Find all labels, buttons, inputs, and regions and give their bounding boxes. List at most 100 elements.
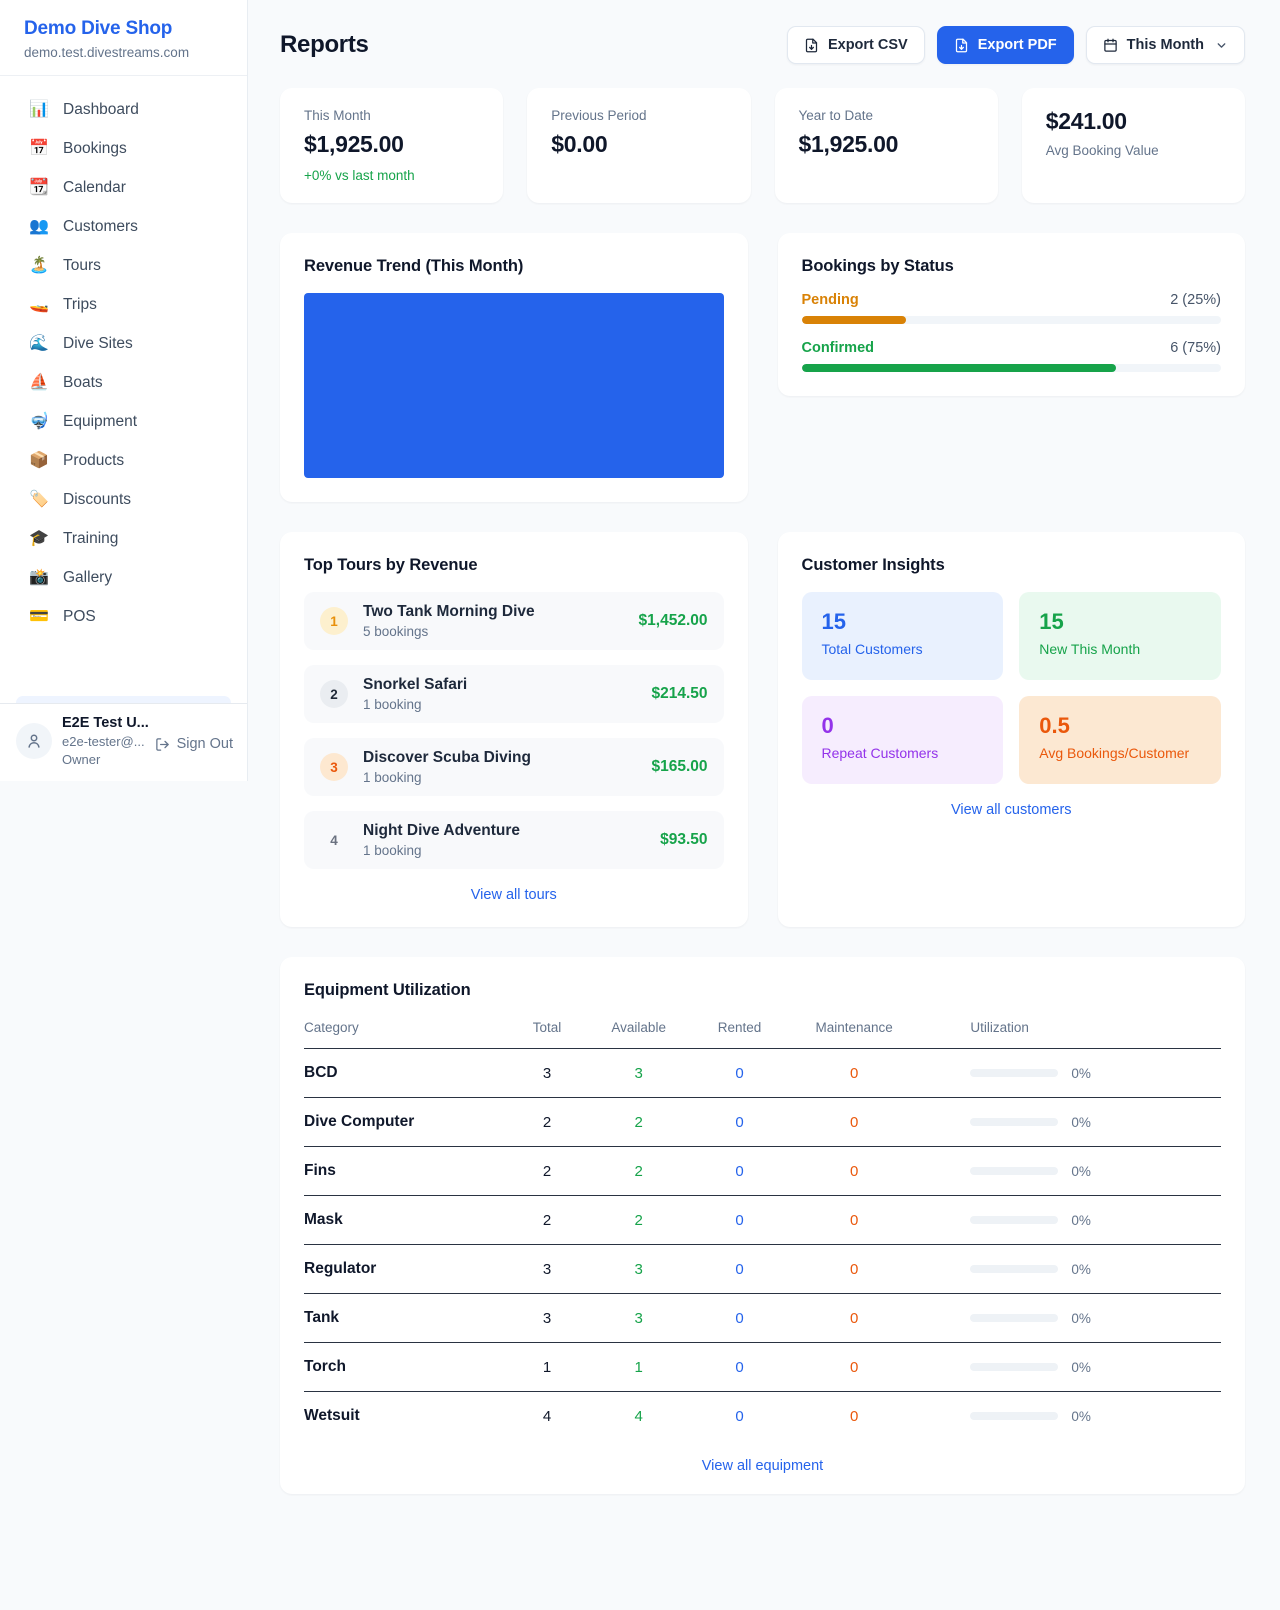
view-all-tours-link[interactable]: View all tours bbox=[304, 887, 724, 903]
cell-total: 2 bbox=[506, 1196, 589, 1245]
stats-row: This Month $1,925.00 +0% vs last month P… bbox=[280, 88, 1245, 203]
sidebar-item-bookings[interactable]: 📅 Bookings bbox=[16, 131, 231, 167]
cell-utilization: 0% bbox=[918, 1343, 1221, 1392]
sidebar-item-dive-sites[interactable]: 🌊 Dive Sites bbox=[16, 326, 231, 362]
sidebar-item-dashboard[interactable]: 📊 Dashboard bbox=[16, 92, 231, 128]
insight-tile: 0.5 Avg Bookings/Customer bbox=[1019, 696, 1221, 784]
sign-out-label: Sign Out bbox=[177, 736, 233, 752]
stat-delta: +0% vs last month bbox=[304, 168, 479, 183]
customer-insights-card: Customer Insights 15 Total Customers 15 … bbox=[778, 532, 1246, 927]
cell-category: BCD bbox=[304, 1049, 506, 1098]
nav-item-icon: 🌊 bbox=[28, 336, 50, 352]
table-row: Dive Computer 2 2 0 0 0% bbox=[304, 1098, 1221, 1147]
column-header-category: Category bbox=[304, 1010, 506, 1049]
cell-total: 2 bbox=[506, 1147, 589, 1196]
sidebar-item-pos[interactable]: 💳 POS bbox=[16, 599, 231, 635]
logout-icon bbox=[155, 737, 170, 752]
cell-category: Fins bbox=[304, 1147, 506, 1196]
sidebar-item-gallery[interactable]: 📸 Gallery bbox=[16, 560, 231, 596]
utilization-wrap: 0% bbox=[970, 1409, 1221, 1424]
nav-item-label: Training bbox=[63, 530, 118, 548]
view-all-customers-link[interactable]: View all customers bbox=[802, 802, 1222, 818]
status-progress-track bbox=[802, 316, 1222, 324]
nav-item-label: Discounts bbox=[63, 491, 131, 509]
sidebar-item-boats[interactable]: ⛵ Boats bbox=[16, 365, 231, 401]
tour-info: Two Tank Morning Dive 5 bookings bbox=[363, 603, 624, 639]
sidebar-item-tours[interactable]: 🏝️ Tours bbox=[16, 248, 231, 284]
column-header-total: Total bbox=[506, 1010, 589, 1049]
bookings-by-status-title: Bookings by Status bbox=[802, 257, 1222, 276]
utilization-percent: 0% bbox=[1071, 1164, 1091, 1179]
cell-utilization: 0% bbox=[918, 1294, 1221, 1343]
cell-maintenance: 0 bbox=[790, 1392, 918, 1441]
stat-card: Year to Date $1,925.00 bbox=[775, 88, 998, 203]
sidebar-item-equipment[interactable]: 🤿 Equipment bbox=[16, 404, 231, 440]
view-all-equipment-link[interactable]: View all equipment bbox=[304, 1458, 1221, 1474]
cell-rented: 0 bbox=[689, 1098, 790, 1147]
export-csv-button[interactable]: Export CSV bbox=[787, 26, 925, 64]
file-download-icon bbox=[954, 38, 969, 53]
cell-utilization: 0% bbox=[918, 1147, 1221, 1196]
tour-row: 4 Night Dive Adventure 1 booking $93.50 bbox=[304, 811, 724, 869]
sidebar-item-products[interactable]: 📦 Products bbox=[16, 443, 231, 479]
sidebar-item-customers[interactable]: 👥 Customers bbox=[16, 209, 231, 245]
tour-row: 2 Snorkel Safari 1 booking $214.50 bbox=[304, 665, 724, 723]
tour-amount: $165.00 bbox=[651, 758, 707, 776]
tour-bookings: 5 bookings bbox=[363, 624, 624, 639]
table-row: Tank 3 3 0 0 0% bbox=[304, 1294, 1221, 1343]
tour-info: Snorkel Safari 1 booking bbox=[363, 676, 636, 712]
file-download-icon bbox=[804, 38, 819, 53]
equipment-utilization-card: Equipment Utilization Category Total Ava… bbox=[280, 957, 1245, 1494]
tour-name: Night Dive Adventure bbox=[363, 822, 645, 840]
utilization-percent: 0% bbox=[1071, 1360, 1091, 1375]
rank-badge: 3 bbox=[320, 753, 348, 781]
utilization-wrap: 0% bbox=[970, 1360, 1221, 1375]
equipment-table: Category Total Available Rented Maintena… bbox=[304, 1010, 1221, 1440]
cell-available: 1 bbox=[588, 1343, 689, 1392]
sidebar-item-discounts[interactable]: 🏷️ Discounts bbox=[16, 482, 231, 518]
tour-name: Discover Scuba Diving bbox=[363, 749, 636, 767]
period-dropdown[interactable]: This Month bbox=[1086, 26, 1245, 64]
revenue-trend-card: Revenue Trend (This Month) bbox=[280, 233, 748, 502]
table-row: Wetsuit 4 4 0 0 0% bbox=[304, 1392, 1221, 1441]
utilization-track bbox=[970, 1412, 1058, 1420]
insight-tiles: 15 Total Customers 15 New This Month 0 R… bbox=[802, 592, 1222, 784]
sidebar-item-calendar[interactable]: 📆 Calendar bbox=[16, 170, 231, 206]
user-name: E2E Test U... bbox=[62, 715, 145, 731]
shop-name[interactable]: Demo Dive Shop bbox=[24, 18, 223, 40]
tour-name: Snorkel Safari bbox=[363, 676, 636, 694]
cell-rented: 0 bbox=[689, 1245, 790, 1294]
nav-item-label: Bookings bbox=[63, 140, 127, 158]
sidebar-user-footer: E2E Test U... e2e-tester@... Owner Sign … bbox=[0, 703, 247, 781]
tour-amount: $1,452.00 bbox=[639, 612, 708, 630]
tour-amount: $214.50 bbox=[651, 685, 707, 703]
rank-badge: 4 bbox=[320, 826, 348, 854]
tour-info: Night Dive Adventure 1 booking bbox=[363, 822, 645, 858]
export-pdf-button[interactable]: Export PDF bbox=[937, 26, 1074, 64]
equipment-utilization-title: Equipment Utilization bbox=[304, 981, 1221, 1000]
chevron-down-icon bbox=[1215, 39, 1228, 52]
cell-available: 2 bbox=[588, 1196, 689, 1245]
stat-card: This Month $1,925.00 +0% vs last month bbox=[280, 88, 503, 203]
tour-amount: $93.50 bbox=[660, 831, 707, 849]
cell-category: Wetsuit bbox=[304, 1392, 506, 1441]
top-tours-card: Top Tours by Revenue 1 Two Tank Morning … bbox=[280, 532, 748, 927]
cell-total: 3 bbox=[506, 1049, 589, 1098]
tour-row: 3 Discover Scuba Diving 1 booking $165.0… bbox=[304, 738, 724, 796]
sidebar-item-training[interactable]: 🎓 Training bbox=[16, 521, 231, 557]
nav-item-label: Dive Sites bbox=[63, 335, 133, 353]
sign-out-button[interactable]: Sign Out bbox=[155, 736, 233, 752]
nav-item-label: Customers bbox=[63, 218, 138, 236]
stat-value: $0.00 bbox=[551, 131, 726, 158]
utilization-track bbox=[970, 1265, 1058, 1273]
sidebar-item-trips[interactable]: 🚤 Trips bbox=[16, 287, 231, 323]
nav-item-icon: 🤿 bbox=[28, 414, 50, 430]
utilization-track bbox=[970, 1314, 1058, 1322]
page-header: Reports Export CSV Export PDF This Month bbox=[280, 26, 1245, 64]
cell-total: 1 bbox=[506, 1343, 589, 1392]
tour-bookings: 1 booking bbox=[363, 770, 636, 785]
header-actions: Export CSV Export PDF This Month bbox=[787, 26, 1245, 64]
insight-label: Avg Bookings/Customer bbox=[1039, 745, 1201, 761]
tour-row: 1 Two Tank Morning Dive 5 bookings $1,45… bbox=[304, 592, 724, 650]
insight-label: Total Customers bbox=[822, 641, 984, 657]
